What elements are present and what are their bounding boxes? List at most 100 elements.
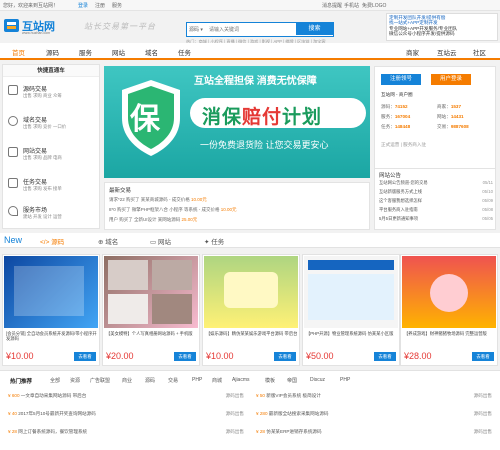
nav-task[interactable]: 任务 <box>178 47 191 57</box>
tab-filter[interactable]: 全部 <box>50 377 60 384</box>
nav-website[interactable]: 网站 <box>112 47 125 57</box>
list-item[interactable]: ¥ 600 一文章自动采集网站源码 带后台 源码出售 <box>8 393 244 399</box>
new-label: New <box>4 235 23 245</box>
tab-filter[interactable]: 模板 <box>265 377 275 384</box>
stat-row: 任务：148448 交易：9887608 <box>381 124 469 129</box>
quick-menu-title: 快捷直通车 <box>3 65 99 77</box>
stat-row: 源码：74152 商家：1537 <box>381 104 462 109</box>
notice-item[interactable]: 平台服务商入驻指南 05/08 <box>379 207 493 213</box>
topbar-link-mobile[interactable]: 手机站 <box>344 2 359 9</box>
menu-cat-title: 源码交易 <box>23 87 48 93</box>
tab-filter[interactable]: 帝国 <box>287 377 297 384</box>
main-nav: 首页 源码 服务 网站 域名 任务 商家 互站云 社区 <box>0 43 500 60</box>
service-menu[interactable]: 服务 <box>112 2 122 9</box>
register-link[interactable]: 注册 <box>95 2 105 9</box>
menu-cat-domain[interactable]: 域名交易 出售 求购 竞价 一口价 <box>7 113 99 139</box>
monitor-icon <box>8 147 18 157</box>
menu-cat-title: 域名交易 <box>23 118 48 124</box>
ad-line: 微信公众号小程序开发/提供源码 <box>389 31 455 37</box>
tab-filter[interactable]: PHP <box>340 377 350 383</box>
notice-item[interactable]: 5月5日更新通知事项 05/05 <box>379 216 493 222</box>
product-card[interactable]: 【养成游戏】财神猪猪牧场源码 完整运营版 ¥28.00 去看看 <box>400 254 498 366</box>
login-button[interactable]: 用户登录 <box>431 74 471 85</box>
nav-merchant[interactable]: 商家 <box>406 47 419 57</box>
tab-filter[interactable]: 商城 <box>212 377 222 384</box>
nav-source[interactable]: 源码 <box>46 47 59 57</box>
login-link[interactable]: 登录 <box>78 2 88 9</box>
register-button[interactable]: 注册领号 <box>381 74 421 85</box>
notice-item[interactable]: 互站新版服务方式上线 05/10 <box>379 189 493 195</box>
ad-box[interactable]: 定制开发团队开发/提供有偿 找一站式+APP定制开发 专业网站+APP开发服务/… <box>386 13 498 41</box>
view-button[interactable]: 去看看 <box>472 352 494 361</box>
menu-cat-service[interactable]: 服务市场 建站 开发 设计 运营 <box>7 203 99 229</box>
product-title: 【美女模特】个人写真相册网站源码 + 手机版 <box>106 331 193 336</box>
product-price: ¥10.00 <box>6 351 34 361</box>
nav-community[interactable]: 社区 <box>473 47 486 57</box>
user-greeting: 互站网 - 商户圈 <box>381 92 413 97</box>
notice-title: 网站公告 <box>379 173 402 179</box>
tab-filter[interactable]: PHP <box>192 377 202 383</box>
product-card[interactable]: [会员分销] 全自动会员系统开发源码/带小程序开发源码 ¥10.00 去看看 <box>2 254 100 366</box>
list-item[interactable]: ¥ 50 新版VIP会员系统 极简设计 源码出售 <box>256 393 492 399</box>
hot-recommend-section: 热门推荐 全部 资源 广告联盟 商业 源码 交易 PHP 商城 Ajiacms … <box>0 370 500 450</box>
nav-domain[interactable]: 域名 <box>145 47 158 57</box>
view-button[interactable]: 去看看 <box>274 352 296 361</box>
menu-cat-website[interactable]: 网站交易 出售 求购 品牌 电商 <box>7 144 99 170</box>
product-thumbnail <box>402 256 496 328</box>
banner-tagline: 互站全程担保 消费无忧保障 <box>194 76 317 87</box>
list-item[interactable]: ¥ 28 仿某某ERP进销存系统源码 源码出售 <box>256 429 492 435</box>
notice-item[interactable]: 这个客服我想选择怎样 05/09 <box>379 198 493 204</box>
tab-filter[interactable]: Discuz <box>310 377 325 383</box>
view-button[interactable]: 去看看 <box>374 352 396 361</box>
deal-item[interactable]: 请求*22 购买了 某某商城源码 - 成交价格 10.00元 <box>109 197 367 203</box>
shield-char: 保 <box>130 103 160 136</box>
tab-filter[interactable]: Ajiacms <box>232 377 250 383</box>
topbar-link-messages[interactable]: 消息提醒 <box>322 2 342 9</box>
deal-item[interactable]: 8*0 购买了 微擎PHP框架八合 小程序 等系统 - 成交价格 10.00元 <box>109 207 367 213</box>
menu-cat-title: 服务市场 <box>23 208 48 214</box>
product-card[interactable]: 【PHP开源】物业管理系统源码 仿某某小区版 ¥50.00 去看看 <box>302 254 400 366</box>
nav-home[interactable]: 首页 <box>12 47 25 57</box>
tab-website[interactable]: ▭ 网站 <box>150 236 171 246</box>
banner-subtitle: 一份免费退货险 让您交易更安心 <box>200 140 329 150</box>
product-card[interactable]: 【美女模特】个人写真相册网站源码 + 手机版 ¥20.00 去看看 <box>102 254 200 366</box>
hero-banner[interactable]: 保 互站全程担保 消费无忧保障 消保赔付计划 一份免费退货险 让您交易更安心 <box>104 66 370 178</box>
notice-tabs[interactable]: 正式运营 | 服务商入驻 <box>381 142 426 148</box>
tab-source[interactable]: </> 源码 <box>40 236 64 246</box>
list-item[interactable]: ¥ 28 网上订餐系统源码，餐饮管理系统 源码出售 <box>8 429 244 435</box>
nav-service[interactable]: 服务 <box>79 47 92 57</box>
view-button[interactable]: 去看看 <box>74 352 96 361</box>
menu-cat-task[interactable]: 任务交易 出售 求购 发布 接单 <box>7 175 99 201</box>
topbar-link-logo[interactable]: 免费LOGO <box>362 2 386 9</box>
tab-task[interactable]: ✦ 任务 <box>204 236 224 246</box>
product-price: ¥10.00 <box>206 351 234 361</box>
tab-hot[interactable]: 热门推荐 <box>10 377 32 385</box>
notice-panel: 网站公告 互站网公告频道-您的交易 05/11 互站新版服务方式上线 05/10 这… <box>374 168 496 230</box>
welcome-text: 您好，欢迎来到互站网！ <box>3 3 59 9</box>
deal-item[interactable]: 用户 购买了 全新UI设计 某网站源码 25.00元 <box>109 217 367 223</box>
product-card[interactable]: 【娱乐源码】精仿某某娱乐游戏平台源码 带后台 ¥10.00 去看看 <box>202 254 300 366</box>
nav-cloud[interactable]: 互站云 <box>437 47 457 57</box>
site-logo[interactable]: 互站网 www.huzhan.com <box>4 17 76 37</box>
code-icon <box>8 85 18 95</box>
menu-cat-sub: 建站 开发 设计 运营 <box>23 214 62 219</box>
user-panel: 注册领号 用户登录 互站网 - 商户圈 源码：74152 商家：1537 服务：… <box>374 66 496 178</box>
tab-filter[interactable]: 交易 <box>168 377 178 384</box>
tab-filter[interactable]: 广告联盟 <box>90 377 110 384</box>
new-listings-tabs: New </> 源码 ⊕ 域名 ▭ 网站 ✦ 任务 <box>0 233 500 248</box>
product-thumbnail <box>204 256 298 328</box>
list-item[interactable]: ¥ 40 2017年5月10号最新开奖查询网站源码 源码出售 <box>8 411 244 417</box>
notice-item[interactable]: 互站网公告频道-您的交易 05/11 <box>379 180 493 186</box>
view-button[interactable]: 去看看 <box>174 352 196 361</box>
search-button[interactable]: 搜索 <box>296 23 333 35</box>
menu-cat-source[interactable]: 源码交易 出售 求购 商业 众筹 <box>7 82 99 108</box>
tab-filter[interactable]: 商业 <box>122 377 132 384</box>
search-input[interactable] <box>209 24 287 35</box>
search-type-select[interactable]: 源码 ▾ <box>189 26 203 33</box>
product-price: ¥28.00 <box>404 351 432 361</box>
list-item[interactable]: ¥ 280 最新版全站搜索采集网站源码 源码出售 <box>256 411 492 417</box>
menu-cat-sub: 出售 求购 发布 接单 <box>23 186 62 191</box>
tab-domain[interactable]: ⊕ 域名 <box>98 236 118 246</box>
tab-filter[interactable]: 源码 <box>145 377 155 384</box>
tab-filter[interactable]: 资源 <box>70 377 80 384</box>
